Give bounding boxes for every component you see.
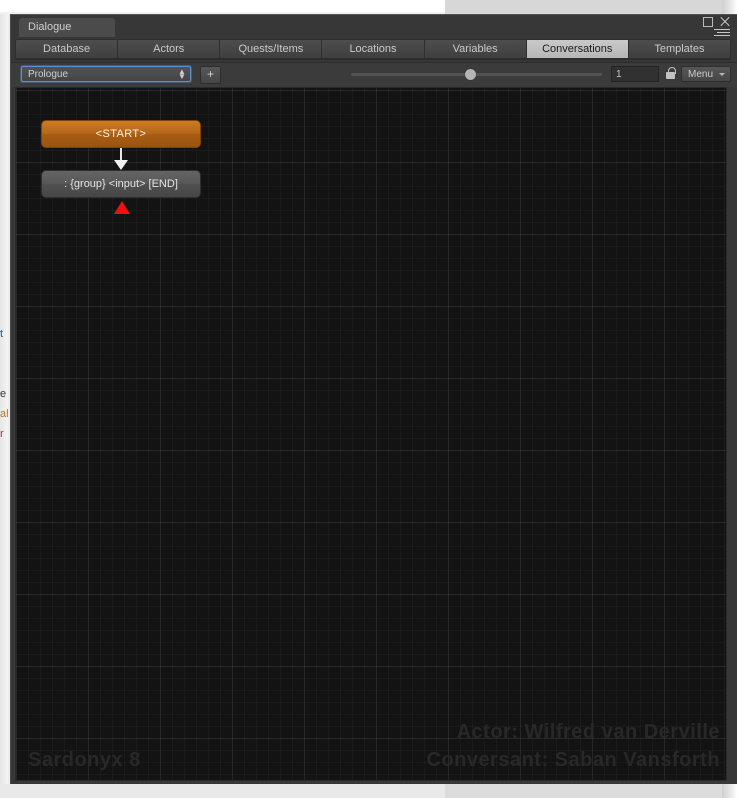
conversation-select-value: Prologue xyxy=(28,69,69,80)
add-conversation-button[interactable]: + xyxy=(200,66,221,84)
conversation-select[interactable]: Prologue ▲ ▼ xyxy=(21,66,191,82)
conversation-node-canvas[interactable]: <START> : {group} <input> [END] Sardonyx… xyxy=(15,87,727,781)
window-titlebar: Dialogue xyxy=(11,15,737,37)
watermark-actor: Actor: Wilfred van Derville xyxy=(456,721,720,743)
hamburger-menu-icon[interactable] xyxy=(714,29,730,37)
zoom-slider-knob[interactable] xyxy=(465,69,476,80)
window-controls xyxy=(703,17,730,27)
window-tab-dialogue[interactable]: Dialogue xyxy=(19,18,115,37)
chevron-down-icon xyxy=(719,73,725,76)
background-window-top-bar xyxy=(0,0,445,12)
tab-conversations[interactable]: Conversations xyxy=(525,39,628,59)
dialogue-node-start[interactable]: <START> xyxy=(41,120,201,148)
tab-quests-items[interactable]: Quests/Items xyxy=(219,39,322,59)
tab-database[interactable]: Database xyxy=(15,39,118,59)
red-triangle-marker-icon xyxy=(114,201,130,214)
tab-actors[interactable]: Actors xyxy=(117,39,220,59)
maximize-icon[interactable] xyxy=(703,17,713,27)
editor-toolbar: Prologue ▲ ▼ + 1 Menu xyxy=(11,62,737,87)
watermark-conversant: Conversant: Saban Vansforth xyxy=(426,749,720,771)
dialogue-node-entry[interactable]: : {group} <input> [END] xyxy=(41,170,201,198)
updown-arrows-icon: ▲ ▼ xyxy=(178,67,186,81)
tab-locations[interactable]: Locations xyxy=(321,39,424,59)
zoom-value-input[interactable]: 1 xyxy=(611,66,659,82)
tab-templates[interactable]: Templates xyxy=(627,39,731,59)
unlocked-padlock-icon[interactable] xyxy=(666,67,676,80)
down-arrow-icon xyxy=(114,160,128,170)
menu-dropdown-label: Menu xyxy=(688,69,714,80)
close-icon[interactable] xyxy=(720,17,730,27)
tab-variables[interactable]: Variables xyxy=(423,39,526,59)
watermark-database-name: Sardonyx 8 xyxy=(28,749,141,771)
background-window-bottom-left xyxy=(0,784,445,798)
zoom-slider[interactable] xyxy=(351,69,602,80)
dialogue-editor-window: Dialogue Database Actors Quests/Items Lo… xyxy=(10,14,737,784)
main-tabstrip: Database Actors Quests/Items Locations V… xyxy=(15,39,731,60)
menu-dropdown[interactable]: Menu xyxy=(681,66,731,82)
